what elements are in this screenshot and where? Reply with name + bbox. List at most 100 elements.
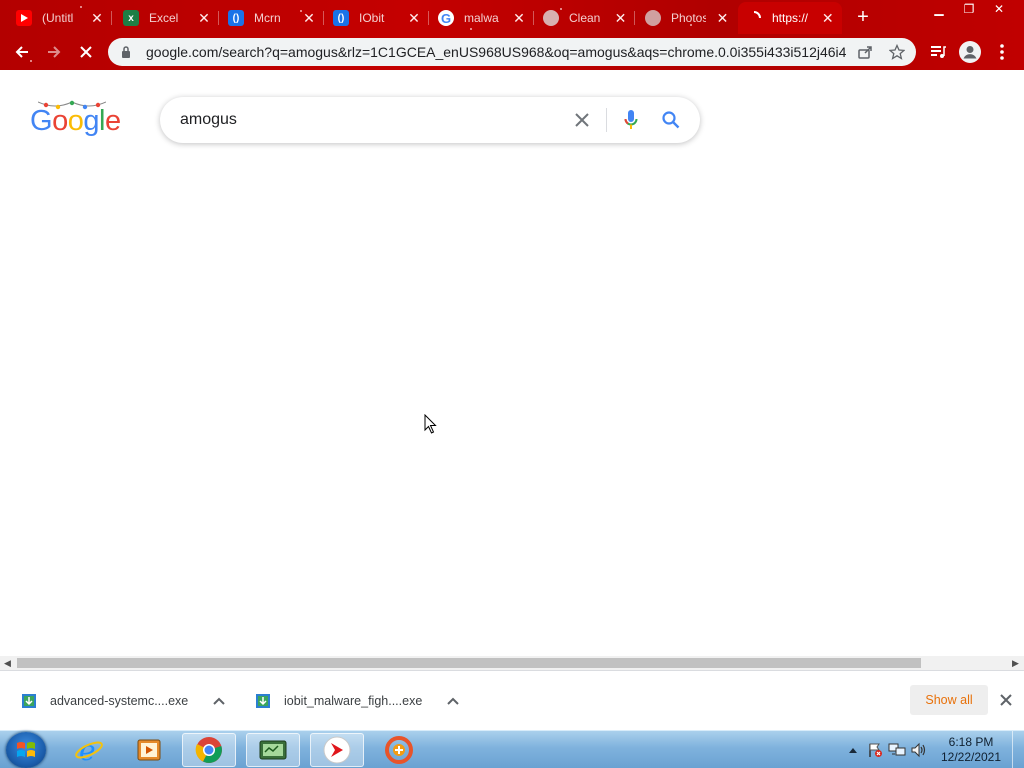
back-button[interactable] (10, 40, 34, 64)
tab-excel[interactable]: x Excel ✕ (115, 4, 219, 32)
tab-iobit[interactable]: () IObit ✕ (325, 4, 429, 32)
system-clock[interactable]: 6:18 PM 12/22/2021 (936, 735, 1006, 765)
taskbar-chrome[interactable] (182, 733, 236, 767)
restore-button[interactable]: ❐ (954, 0, 984, 18)
tab-title: malwa (464, 11, 499, 25)
page-icon (543, 10, 559, 26)
share-icon[interactable] (856, 43, 874, 61)
scroll-right-arrow-icon[interactable]: ▶ (1012, 658, 1019, 669)
tab-title: (Untitl (42, 11, 74, 25)
tab-clean[interactable]: Clean ✕ (535, 4, 635, 32)
tab-title: Excel (149, 11, 179, 25)
scroll-left-arrow-icon[interactable]: ◀ (4, 658, 11, 669)
chrome-icon (195, 737, 222, 763)
clear-search-button[interactable] (572, 110, 592, 130)
volume-icon[interactable] (908, 740, 930, 760)
download-filename: advanced-systemc....exe (50, 694, 189, 708)
media-control-button[interactable] (926, 40, 950, 64)
tab-youtube[interactable]: (Untitl ✕ (8, 4, 112, 32)
show-all-downloads-button[interactable]: Show all (910, 685, 988, 715)
tab-close-icon[interactable]: ✕ (512, 10, 526, 27)
voice-search-button[interactable] (620, 109, 642, 131)
tab-close-icon[interactable]: ✕ (821, 10, 834, 27)
lock-icon (120, 45, 132, 59)
tab-mcrn[interactable]: () Mcrn ✕ (220, 4, 324, 32)
svg-text:G: G (441, 11, 451, 25)
chevron-up-icon[interactable] (446, 697, 460, 705)
logo-letter: o (52, 105, 68, 137)
search-input[interactable] (180, 109, 560, 131)
taskbar-media-player[interactable] (122, 733, 176, 767)
tab-separator (634, 11, 635, 25)
stop-loading-button[interactable] (74, 40, 98, 64)
tab-separator (428, 11, 429, 25)
horizontal-scrollbar[interactable]: ◀ ▶ (0, 656, 1024, 670)
scrollbar-thumb[interactable] (17, 658, 921, 668)
tab-separator (218, 11, 219, 25)
forward-arrow-icon (48, 46, 61, 58)
tab-close-icon[interactable]: ✕ (614, 10, 627, 27)
tab-title: Clean (569, 11, 601, 25)
iobit-icon: () (333, 10, 349, 26)
iobit-icon: () (228, 10, 244, 26)
system-tool-icon (259, 740, 287, 760)
tab-title: IObit (359, 11, 385, 25)
internet-explorer-icon: e (75, 735, 103, 765)
download-item[interactable]: advanced-systemc....exe (20, 687, 226, 715)
installer-file-icon (254, 692, 272, 710)
tab-close-icon[interactable]: ✕ (407, 10, 421, 27)
taskbar-internet-explorer[interactable]: e (62, 733, 116, 767)
taskbar-iobit-app[interactable] (310, 733, 364, 767)
kebab-menu-icon (1000, 44, 1004, 60)
start-button[interactable] (6, 732, 46, 768)
show-desktop-button[interactable] (1012, 731, 1024, 768)
download-item[interactable]: iobit_malware_figh....exe (254, 687, 460, 715)
close-download-shelf-button[interactable] (998, 692, 1014, 708)
close-window-button[interactable]: ✕ (984, 0, 1014, 18)
taskbar-system-tool[interactable] (246, 733, 300, 767)
profile-button[interactable] (958, 40, 982, 64)
clock-date: 12/22/2021 (940, 750, 1002, 764)
new-tab-button[interactable]: + (852, 6, 874, 29)
tab-close-icon[interactable]: ✕ (90, 10, 104, 27)
tab-active-loading[interactable]: https:// ✕ (738, 2, 842, 34)
tab-close-icon[interactable]: ✕ (197, 10, 211, 27)
tab-malwa[interactable]: G malwa ✕ (430, 4, 534, 32)
installer-file-icon (20, 692, 38, 710)
tab-title: Mcrn (254, 11, 281, 25)
desktop-screen: (Untitl ✕ x Excel ✕ () Mcrn ✕ () IObit ✕ (0, 0, 1024, 768)
taskbar-advanced-systemcare[interactable] (372, 733, 426, 767)
tab-photos[interactable]: Photos ✕ (637, 4, 737, 32)
forward-button[interactable] (42, 40, 66, 64)
tab-strip: (Untitl ✕ x Excel ✕ () Mcrn ✕ () IObit ✕ (0, 0, 920, 34)
chevron-up-icon[interactable] (212, 697, 226, 705)
tab-separator (533, 11, 534, 25)
address-bar[interactable]: google.com/search?q=amogus&rlz=1C1GCEA_e… (108, 38, 916, 66)
tab-close-icon[interactable]: ✕ (302, 10, 316, 27)
back-arrow-icon (15, 46, 28, 58)
network-icon[interactable] (886, 740, 908, 760)
google-logo[interactable]: G o o g l e (30, 104, 121, 138)
windows-taskbar: e 6:18 PM 12/22/2021 (0, 730, 1024, 768)
url-text[interactable]: google.com/search?q=amogus&rlz=1C1GCEA_e… (146, 44, 846, 60)
search-divider (606, 108, 607, 132)
logo-letter: g (83, 105, 99, 137)
logo-letter: e (104, 105, 121, 137)
iobit-app-icon (323, 736, 351, 764)
tab-close-icon[interactable]: ✕ (716, 10, 729, 27)
action-center-flag-icon[interactable] (864, 740, 886, 760)
minimize-button[interactable]: ▁ (924, 0, 954, 18)
stop-x-icon (80, 46, 92, 58)
search-submit-button[interactable] (660, 109, 682, 131)
show-hidden-icons-arrow-icon[interactable] (842, 740, 864, 760)
download-shelf: advanced-systemc....exe iobit_malware_fi… (0, 670, 1024, 730)
page-icon (645, 10, 661, 26)
sheets-icon: x (123, 10, 139, 26)
tab-title: Photos (671, 11, 707, 25)
playlist-icon (931, 46, 946, 58)
system-tray: 6:18 PM 12/22/2021 (842, 731, 1024, 768)
chrome-menu-button[interactable] (990, 40, 1014, 64)
logo-letter: G (30, 105, 53, 137)
advanced-systemcare-icon (385, 736, 413, 764)
bookmark-star-icon[interactable] (888, 43, 906, 61)
